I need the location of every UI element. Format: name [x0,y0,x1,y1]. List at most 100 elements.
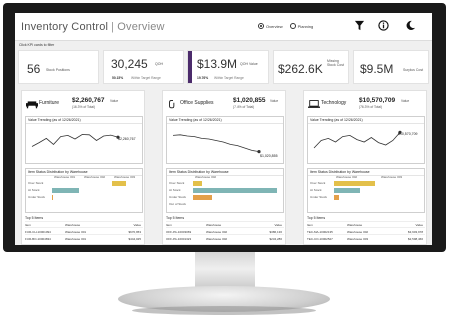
distribution-box: Item Status Distribution by Warehouse Wa… [307,168,425,213]
distribution-bar[interactable] [193,194,213,200]
category-value-label: Value [110,98,119,103]
warehouse-cell: Warehouse 002 [206,229,228,234]
status-label: At Stock [310,188,322,192]
status-label: Under Stock [28,195,46,199]
page-title: Inventory Control | Overview [21,21,165,33]
kpi-pct-label: Within Target Range [131,76,161,80]
laptop-icon [308,100,320,108]
status-label: At Stock [28,188,40,192]
category-panel-office-supplies: Office Supplies $1,020,855 Value (7.4% o… [162,90,286,245]
kpi-value: $13.9M [197,57,238,71]
status-label: Over Stock [310,181,326,185]
top-items-title: Top 5 Items [307,216,326,220]
category-value: $1,020,855 [233,97,266,104]
view-option-planning-label: Planning [297,23,314,29]
warehouse-cell: Warehouse 003 [347,236,369,241]
category-value: $2,260,767 [72,97,105,104]
page-subtitle: Overview [117,21,165,33]
info-icon[interactable] [378,20,389,31]
kpi-label: QOH [155,62,163,66]
kpi-hint: Click KPI cards to filter [19,43,55,47]
value-cell: $444,025 [128,236,141,241]
warehouse-cell: Warehouse 002 [206,236,228,241]
category-panel-technology: Technology $10,570,709 Value (76.3% of T… [303,90,427,245]
item-cell: TEC-MA-10002135 [307,229,333,234]
trend-last-value: $10,570,709 [398,132,418,136]
distribution-bar[interactable] [334,187,360,193]
table-row[interactable]: OFF-PA-10003069 Warehouse 002 $386,136 [166,227,284,234]
top-items-title: Top 5 Items [25,216,44,220]
kpi-label: Stock Positions [46,68,70,72]
app-title: Inventory Control [21,21,109,33]
category-value: $10,570,709 [359,97,396,104]
category-pct: (76.3% of Total) [359,105,383,109]
status-label: At Stock [169,188,181,192]
distribution-bar[interactable] [334,180,375,186]
paperclip-icon [169,100,175,109]
kpi-label: Missing Stock Cost [327,59,344,68]
distribution-bar[interactable] [193,187,277,193]
table-row[interactable]: FUR-BO-10004834 Warehouse 001 $444,025 [25,234,143,241]
distribution-bar[interactable] [193,180,202,186]
table-row[interactable]: OFF-PA-10001323 Warehouse 002 $234,286 [166,234,284,241]
trend-last-point [257,150,261,154]
item-cell: FUR-CH-10001094 [25,229,51,234]
kpi-pct-label: Within Target Range [214,76,244,80]
table-row[interactable]: FUR-CH-10001094 Warehouse 001 $670,953 [25,227,143,234]
kpi-pct: 50.15% [112,76,124,80]
trend-line [172,134,260,152]
category-value-label: Value [270,98,279,103]
warehouse-header: Warehouse 002 [336,175,358,179]
status-label: Out of Stock [169,202,187,206]
view-option-overview[interactable]: Overview [258,23,283,29]
kpi-value: 56 [27,62,41,76]
filter-icon[interactable] [354,20,365,31]
trend-box: Value Trending (as of 12/26/2021) $10,57… [307,116,425,164]
value-cell: $386,136 [269,229,282,234]
kpi-accent-bar [188,51,192,83]
warehouse-header: Warehouse 002 [84,175,106,179]
radio-unselected-icon [289,23,296,29]
moon-icon[interactable] [405,20,416,31]
category-name: Furniture [39,100,60,106]
distribution-bar[interactable] [52,187,79,193]
kpi-card-qoh[interactable]: 30,245 QOH 50.15% Within Target Range [103,50,184,84]
view-toggle: Overview Planning [258,23,313,29]
warehouse-cell: Warehouse 002 [347,229,369,234]
table-row[interactable]: TEC-MA-10002135 Warehouse 002 $3,903,978 [307,227,425,234]
value-cell: $234,286 [269,236,282,241]
warehouse-header: Warehouse 003 [381,175,403,179]
kpi-label: QOH Value [240,62,258,66]
warehouse-header: Warehouse 003 [114,175,136,179]
kpi-card-missing-stock[interactable]: $262.6K Missing Stock Cost [273,50,349,84]
warehouse-cell: Warehouse 001 [65,236,87,241]
distribution-bar[interactable] [52,194,54,200]
trend-last-value: $2,260,767 [118,137,136,141]
category-name: Technology [321,100,347,106]
category-pct: (7.4% of Total) [233,105,255,109]
dashboard-header: Inventory Control | Overview Overview Plan… [15,13,432,41]
kpi-label: Surplus Cost [403,68,424,72]
category-pct: (16.3% of Total) [72,105,96,109]
distribution-bar[interactable] [334,194,340,200]
view-option-overview-label: Overview [266,23,283,29]
sofa-icon [26,101,38,109]
warehouse-cell: Warehouse 001 [65,229,87,234]
category-value-label: Value [401,98,410,103]
kpi-value: $9.5M [360,62,394,76]
dashboard-screen: Inventory Control | Overview Overview Plan… [15,13,432,245]
kpi-card-stock-positions[interactable]: 56 Stock Positions [18,50,99,84]
kpi-card-surplus[interactable]: $9.5M Surplus Cost [353,50,429,84]
view-option-planning[interactable]: Planning [289,23,314,29]
table-row[interactable]: TEC-CO-10002527 Warehouse 003 $2,598,466 [307,234,425,241]
distribution-bar[interactable] [112,180,126,186]
kpi-value: 30,245 [111,57,148,71]
distribution-box: Item Status Distribution by Warehouse Wa… [166,168,284,213]
kpi-card-qoh-value[interactable]: $13.9M QOH Value 19.76% Within Target Ra… [187,50,269,84]
trend-chart [313,130,402,149]
trend-line [313,132,401,149]
warehouse-header: Warehouse 001 [54,175,76,179]
value-cell: $2,598,466 [407,236,423,241]
monitor-bezel: Inventory Control | Overview Overview Plan… [3,3,446,252]
trend-last-value: $1,020,855 [260,154,278,158]
